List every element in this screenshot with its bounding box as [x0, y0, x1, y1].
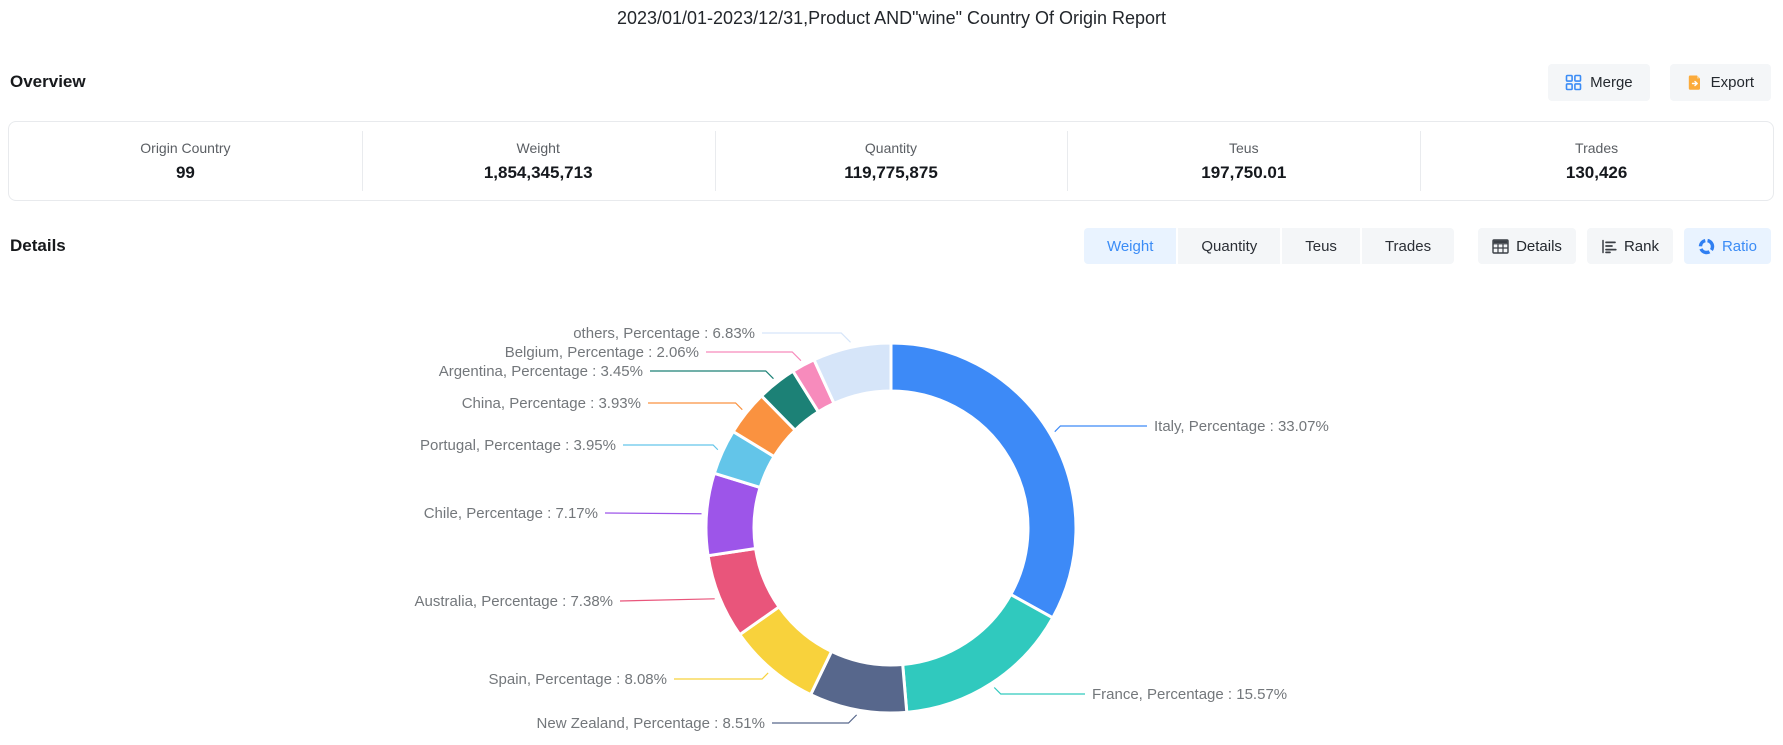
ratio-donut-chart: Italy, Percentage : 33.07% France, Percen…: [0, 0, 1783, 745]
pie-slice-italy[interactable]: [891, 343, 1076, 618]
slice-label: Portugal, Percentage : 3.95%: [420, 437, 616, 454]
pie-slice-france[interactable]: [903, 595, 1053, 713]
label-line: [762, 333, 851, 342]
label-line: [620, 599, 715, 601]
label-line: [648, 403, 742, 410]
slice-label: Australia, Percentage : 7.38%: [415, 593, 613, 610]
slice-label: Belgium, Percentage : 2.06%: [505, 344, 699, 361]
slice-label: China, Percentage : 3.93%: [462, 395, 641, 412]
slice-label: Spain, Percentage : 8.08%: [489, 671, 667, 688]
label-line: [650, 371, 773, 379]
slice-label: Italy, Percentage : 33.07%: [1154, 418, 1329, 435]
slice-label: others, Percentage : 6.83%: [573, 325, 755, 342]
label-line: [623, 445, 718, 450]
label-line: [674, 673, 768, 679]
report-page: 2023/01/01-2023/12/31,Product AND"wine" …: [0, 0, 1783, 745]
slice-label: Argentina, Percentage : 3.45%: [439, 363, 643, 380]
slice-label: Chile, Percentage : 7.17%: [424, 505, 598, 522]
label-line: [605, 513, 702, 514]
label-line: [994, 687, 1085, 694]
label-line: [706, 352, 801, 361]
label-line: [1055, 426, 1147, 432]
slice-label: France, Percentage : 15.57%: [1092, 686, 1287, 703]
slice-label: New Zealand, Percentage : 8.51%: [537, 715, 765, 732]
label-line: [772, 715, 857, 723]
